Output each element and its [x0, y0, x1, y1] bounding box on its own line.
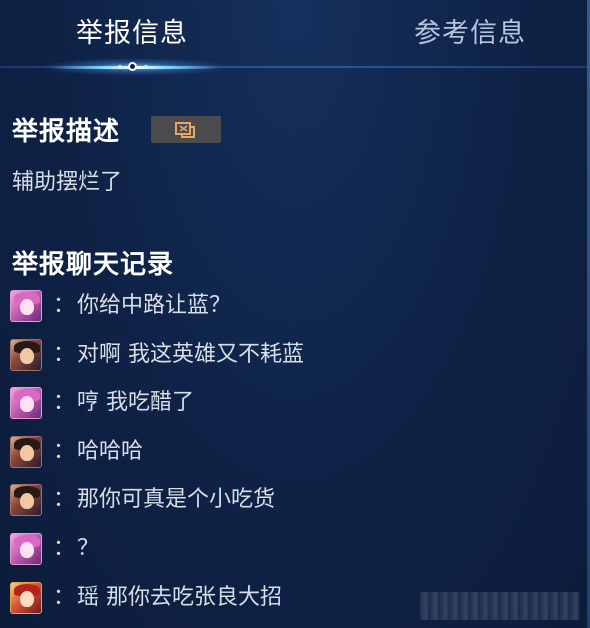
message-separator: ： — [53, 293, 76, 318]
chat-message: ： 你给中路让蓝？ — [0, 290, 560, 330]
copy-icon — [175, 122, 195, 138]
dark-hair-hero-avatar[interactable] — [10, 339, 42, 371]
message-text: 哼 我吃醋了 — [77, 390, 194, 415]
chat-message: ： ？ — [0, 533, 560, 573]
message-separator: ： — [53, 342, 76, 367]
pink-hero-avatar[interactable] — [10, 387, 42, 419]
red-hero-avatar[interactable] — [10, 582, 42, 614]
pink-hero-avatar[interactable] — [10, 290, 42, 322]
message-text: 你给中路让蓝？ — [77, 293, 232, 318]
report-description-text: 辅助摆烂了 — [12, 170, 123, 195]
chat-message: ： 对啊 我这英雄又不耗蓝 — [0, 339, 560, 379]
dark-hair-hero-avatar[interactable] — [10, 436, 42, 468]
message-text: 那你可真是个小吃货 — [77, 487, 276, 512]
copy-button[interactable] — [151, 116, 221, 143]
tab-reference-info[interactable]: 参考信息 — [414, 14, 526, 54]
message-separator: ： — [53, 487, 76, 512]
chat-message: ： 哼 我吃醋了 — [0, 387, 560, 427]
chat-message: ： 哈哈哈 — [0, 436, 560, 476]
tab-bar: 举报信息 参考信息 — [0, 0, 590, 76]
indicator-dot-icon — [118, 65, 122, 69]
dark-hair-hero-avatar[interactable] — [10, 484, 42, 516]
message-text: 对啊 我这英雄又不耗蓝 — [77, 342, 304, 367]
watermark — [420, 592, 580, 620]
indicator-ring-icon — [128, 62, 137, 71]
report-panel: 举报信息 参考信息 举报描述 辅助摆烂了 举报聊天记录 ： 你给中路让蓝？ ： … — [0, 0, 590, 628]
message-separator: ： — [53, 536, 76, 561]
chat-log-heading: 举报聊天记录 — [12, 250, 175, 280]
message-separator: ： — [53, 439, 76, 464]
message-separator: ： — [53, 390, 76, 415]
message-text: ？ — [77, 536, 100, 561]
report-description-heading: 举报描述 — [12, 117, 121, 147]
message-text: 哈哈哈 — [77, 439, 144, 464]
tab-report-info[interactable]: 举报信息 — [76, 14, 188, 54]
indicator-dot-icon — [144, 65, 148, 69]
chat-message: ： 那你可真是个小吃货 — [0, 484, 560, 524]
message-separator: ： — [53, 585, 76, 610]
pink-hero-avatar[interactable] — [10, 533, 42, 565]
message-text: 瑶 那你去吃张良大招 — [77, 585, 282, 610]
